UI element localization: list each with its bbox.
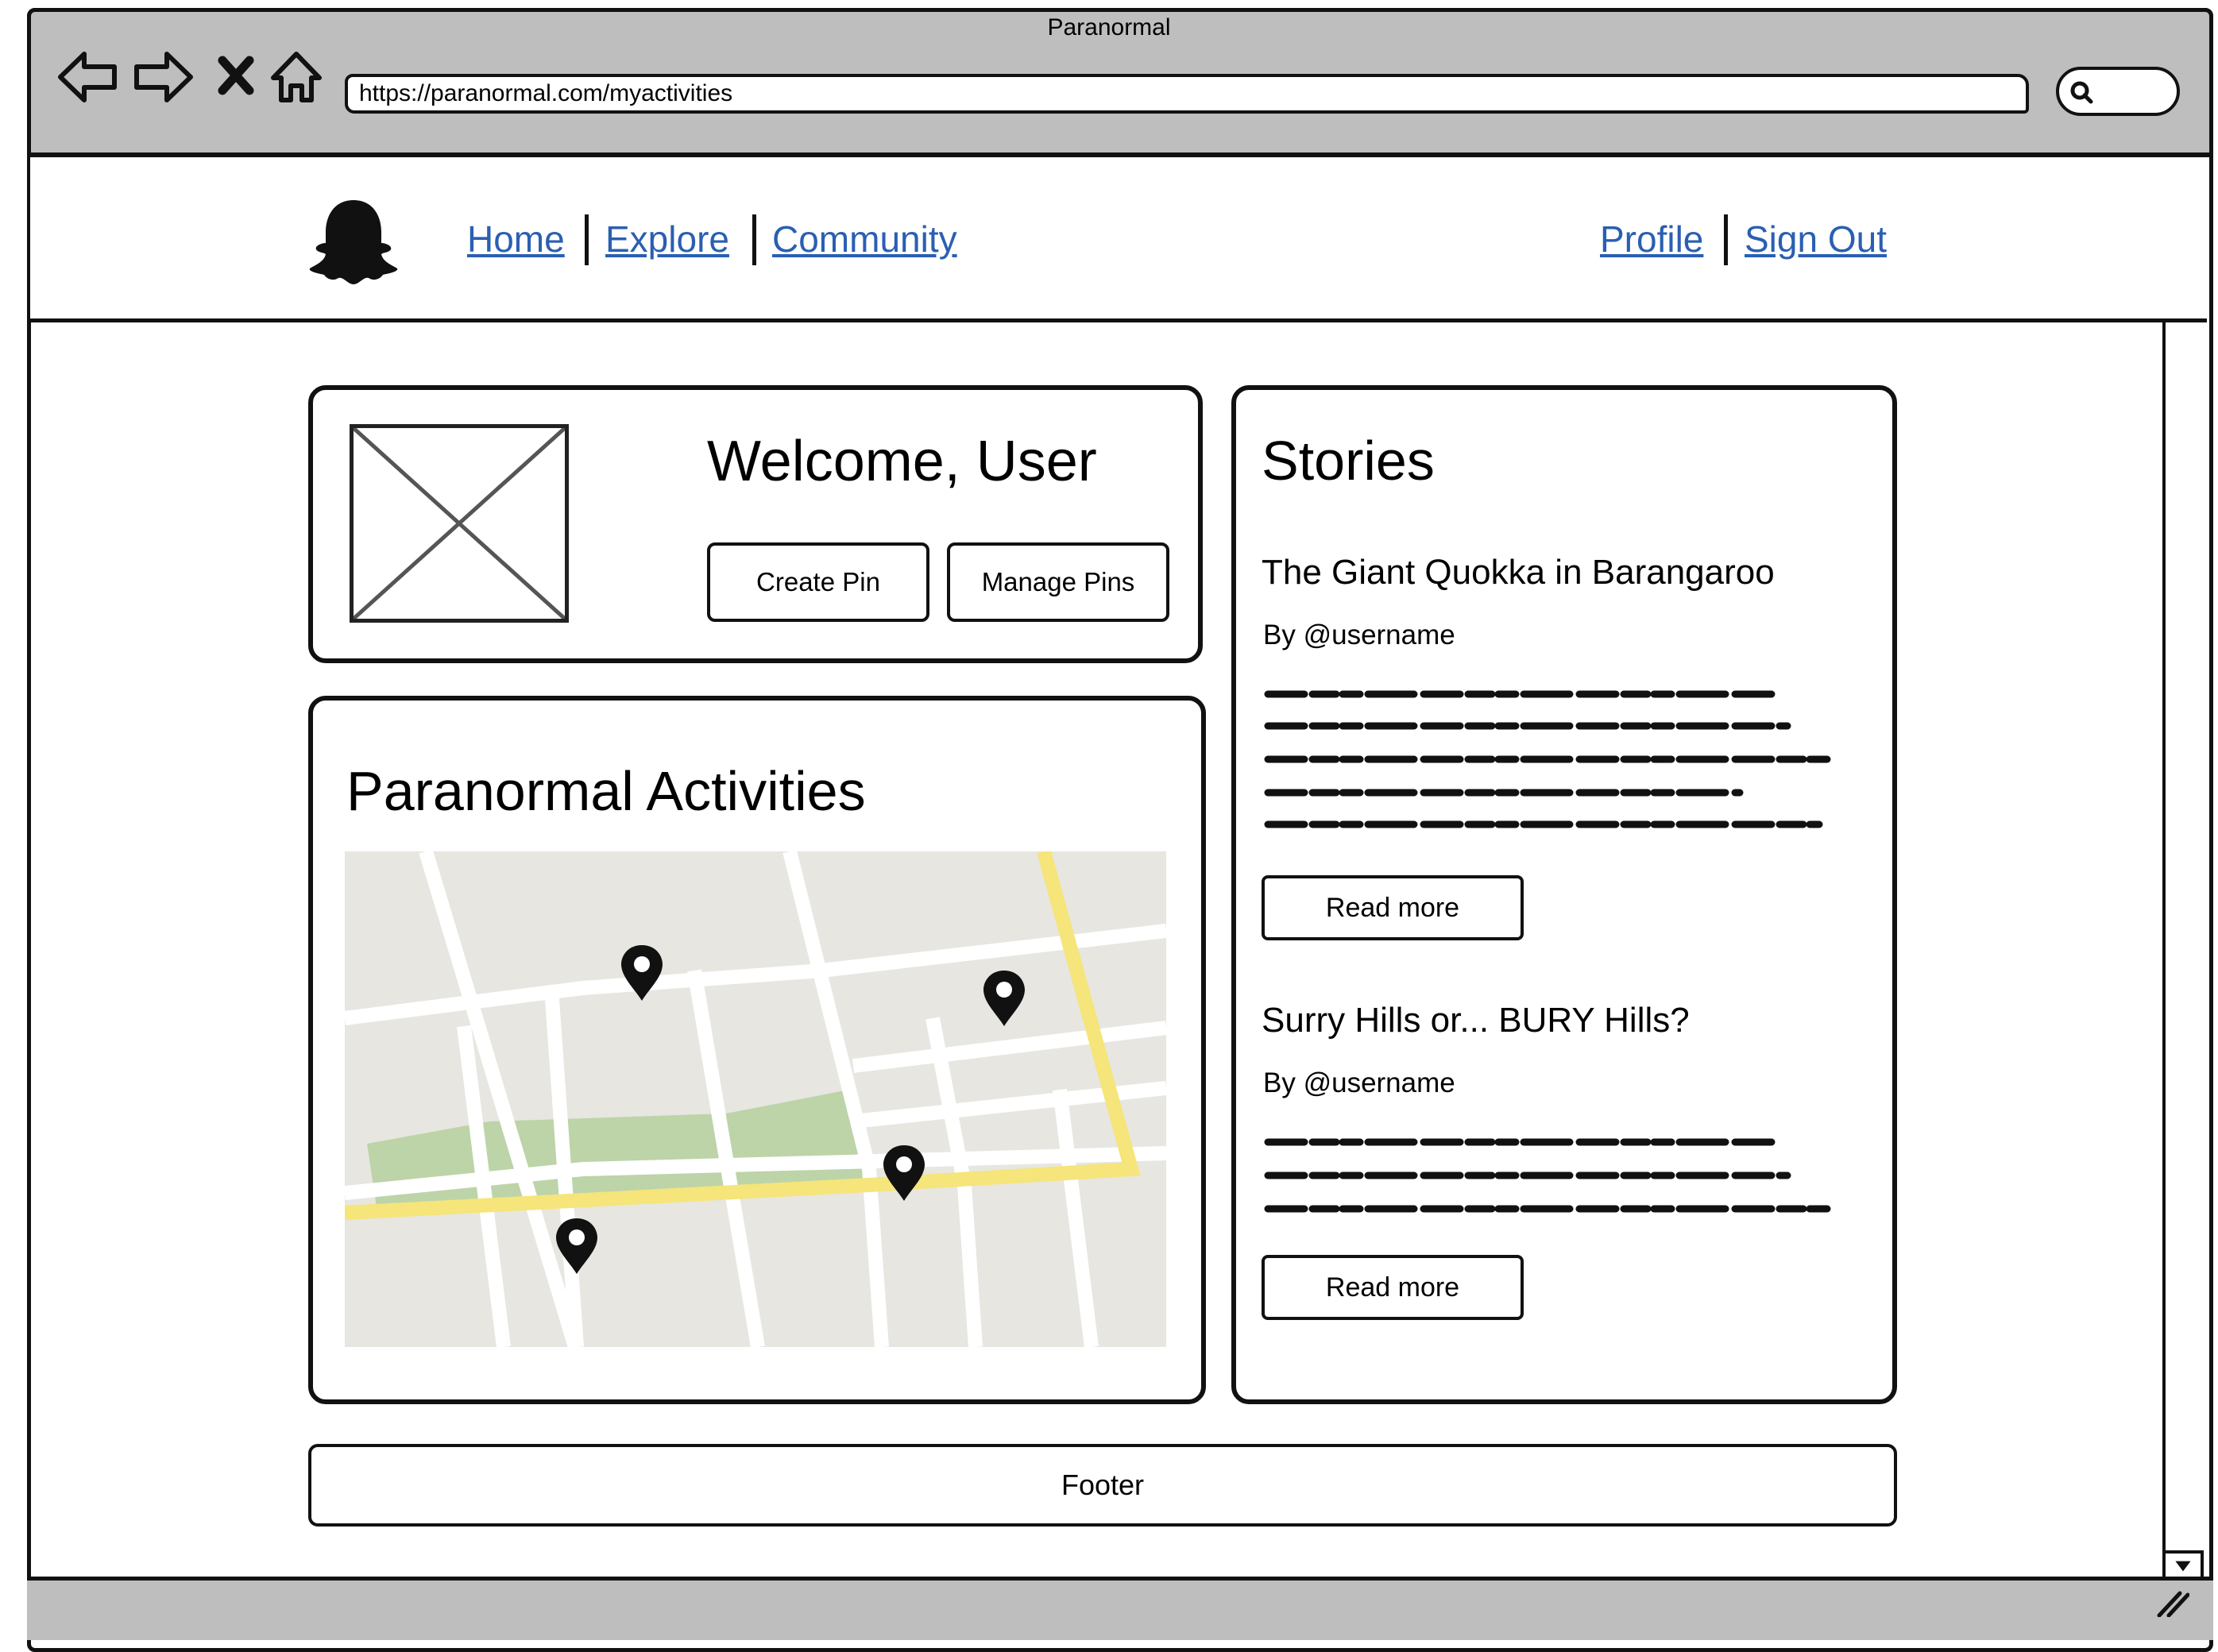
home-icon[interactable] (269, 49, 324, 105)
vertical-scrollbar[interactable] (2162, 322, 2204, 1581)
image-placeholder-icon (350, 424, 569, 623)
nav-divider (1724, 214, 1728, 265)
back-arrow-icon[interactable] (57, 49, 119, 105)
story-byline: By @username (1263, 620, 1455, 650)
nav-link-profile[interactable]: Profile (1600, 218, 1703, 261)
story-excerpt-placeholder (1263, 1131, 1835, 1223)
nav-link-explore[interactable]: Explore (605, 218, 729, 261)
search-icon (2070, 81, 2093, 104)
nav-divider (752, 214, 756, 265)
nav-link-sign-out[interactable]: Sign Out (1745, 218, 1887, 261)
ghost-icon[interactable] (307, 195, 400, 289)
address-bar[interactable]: https://paranormal.com/myactivities (345, 74, 2029, 114)
nav-link-home[interactable]: Home (467, 218, 565, 261)
browser-search[interactable] (2056, 67, 2180, 116)
status-bar (27, 1577, 2213, 1640)
activities-map[interactable] (345, 851, 1166, 1347)
read-more-button[interactable]: Read more (1262, 875, 1524, 940)
resize-handle-icon[interactable] (2153, 1588, 2190, 1618)
story-excerpt-placeholder (1263, 681, 1835, 837)
page-footer: Footer (308, 1444, 1897, 1527)
story-byline: By @username (1263, 1067, 1455, 1098)
story-title[interactable]: The Giant Quokka in Barangaroo (1262, 553, 1775, 592)
welcome-heading: Welcome, User (707, 430, 1097, 493)
create-pin-button[interactable]: Create Pin (707, 542, 929, 622)
stories-heading: Stories (1262, 430, 1435, 492)
manage-pins-button[interactable]: Manage Pins (947, 542, 1169, 622)
forward-arrow-icon[interactable] (132, 49, 194, 105)
nav-link-community[interactable]: Community (772, 218, 957, 261)
read-more-button[interactable]: Read more (1262, 1255, 1524, 1320)
window-title: Paranormal (1047, 14, 1171, 41)
story-title[interactable]: Surry Hills or... BURY Hills? (1262, 1001, 1690, 1040)
stop-icon[interactable] (216, 49, 256, 105)
activities-heading: Paranormal Activities (346, 760, 866, 822)
nav-divider (585, 214, 589, 265)
